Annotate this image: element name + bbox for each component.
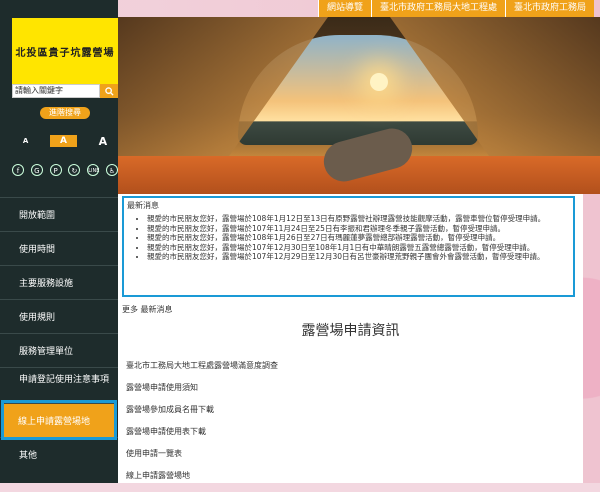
hero-banner-image — [118, 17, 600, 194]
link-application-list[interactable]: 使用申請一覽表 — [126, 448, 278, 470]
news-title: 最新消息 — [127, 201, 159, 210]
share-icon[interactable]: ↻ — [68, 164, 81, 176]
nav-item-rules[interactable]: 使用規則 — [0, 299, 118, 333]
link-usage-guidelines[interactable]: 露營場申請使用須知 — [126, 382, 278, 404]
search-input[interactable] — [12, 84, 100, 98]
google-icon[interactable]: G — [30, 164, 43, 176]
document-links: 臺北市工務局大地工程處露營場滿意度調查 露營場申請使用須知 露營場參加成員名冊下… — [126, 360, 278, 492]
facebook-icon[interactable]: f — [12, 164, 24, 176]
nav-item-online-application[interactable]: 線上申請露營場地 — [1, 400, 117, 440]
font-large-button[interactable]: A — [99, 135, 108, 148]
social-links: f G P ↻ LINE ♿ — [12, 163, 118, 177]
search-button[interactable] — [100, 84, 118, 98]
news-item[interactable]: 親愛的市民朋友您好，露營場於108年1月12日至13日有原野露營社辦理露營技能觀… — [147, 214, 570, 224]
nav-item-management[interactable]: 服務管理單位 — [0, 333, 118, 367]
site-logo[interactable]: 北投區貴子坑露營場 — [12, 18, 118, 84]
main-content: 最新消息 親愛的市民朋友您好，露營場於108年1月12日至13日有原野露營社辦理… — [118, 194, 583, 483]
nav-item-open-area[interactable]: 開放範圍 — [0, 197, 118, 231]
side-nav: 開放範圍 使用時間 主要服務設施 使用規則 服務管理單位 申請登記使用注意事項 … — [0, 197, 118, 471]
sun — [370, 73, 388, 91]
news-item[interactable]: 親愛的市民朋友您好，露營場於107年12月30日至108年1月1日有中華晴朗露營… — [147, 243, 570, 253]
more-news-link[interactable]: 更多 最新消息 — [122, 304, 173, 315]
link-satisfaction-survey[interactable]: 臺北市工務局大地工程處露營場滿意度調查 — [126, 360, 278, 382]
search-icon — [104, 86, 114, 96]
link-application-form-download[interactable]: 露營場申請使用表下載 — [126, 426, 278, 448]
accessibility-icon[interactable]: ♿ — [105, 164, 118, 176]
advanced-search-button[interactable]: 進階搜尋 — [40, 107, 90, 119]
news-list: 親愛的市民朋友您好，露營場於108年1月12日至13日有原野露營社辦理露營技能觀… — [127, 214, 570, 262]
font-medium-button[interactable]: A — [49, 135, 77, 147]
top-nav-geotech-office[interactable]: 臺北市政府工務局大地工程處 — [371, 0, 506, 17]
plurk-icon[interactable]: P — [49, 164, 62, 176]
news-item[interactable]: 親愛的市民朋友您好，露營場於108年1月26日至27日有瑪麗蓮夢露營總部辦理露營… — [147, 233, 570, 243]
nav-item-facilities[interactable]: 主要服務設施 — [0, 265, 118, 299]
logo-text: 北投區貴子坑露營場 — [15, 47, 115, 59]
link-member-roster-download[interactable]: 露營場參加成員名冊下載 — [126, 404, 278, 426]
sidebar: 北投區貴子坑露營場 進階搜尋 A A A f G P ↻ LINE ♿ 開放範圍… — [0, 0, 118, 483]
top-nav-sitemap[interactable]: 網站導覽 — [318, 0, 372, 17]
news-item[interactable]: 親愛的市民朋友您好，露營場於107年11月24日至25日有李振和君辦理冬季親子露… — [147, 224, 570, 234]
nav-item-registration-notes[interactable]: 申請登記使用注意事項 — [0, 367, 118, 403]
nav-item-hours[interactable]: 使用時間 — [0, 231, 118, 265]
link-online-application[interactable]: 線上申請露營場地 — [126, 470, 278, 492]
top-nav-public-works[interactable]: 臺北市政府工務局 — [505, 0, 595, 17]
latest-news-box: 最新消息 親愛的市民朋友您好，露營場於108年1月12日至13日有原野露營社辦理… — [122, 196, 575, 297]
nav-item-other[interactable]: 其他 — [0, 437, 118, 471]
line-icon[interactable]: LINE — [87, 164, 99, 176]
top-nav: 網站導覽 臺北市政府工務局大地工程處 臺北市政府工務局 — [318, 0, 595, 17]
page-title: 露營場申請資訊 — [301, 323, 400, 339]
font-small-button[interactable]: A — [23, 137, 28, 145]
news-item[interactable]: 親愛的市民朋友您好，露營場於107年12月29日至12月30日有呂世豪辦理荒野親… — [147, 252, 570, 262]
font-size-selector: A A A — [12, 134, 118, 148]
